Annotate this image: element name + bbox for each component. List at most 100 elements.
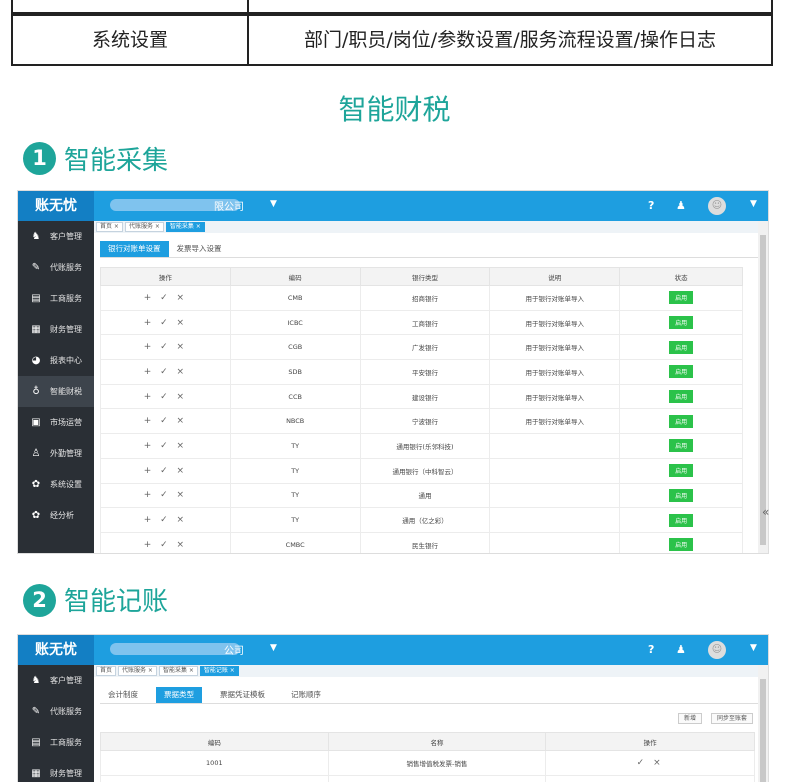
status-badge[interactable]: 启用	[669, 538, 694, 552]
tab-accounting-system[interactable]: 会计制度	[100, 687, 146, 703]
chevron-down-icon[interactable]: ▼	[750, 643, 757, 653]
sidebar-item-finance[interactable]: ▦ 财务管理	[18, 758, 94, 782]
row-actions[interactable]: + ✓ ×	[144, 367, 187, 377]
row-actions[interactable]: + ✓ ×	[144, 441, 187, 451]
help-icon[interactable]: ?	[648, 643, 654, 656]
cell-bank: 建设银行	[359, 383, 491, 410]
status-badge[interactable]: 启用	[669, 513, 694, 527]
sidebar-item-settings[interactable]: ✿ 系统设置	[18, 469, 94, 500]
collapse-icon[interactable]: «	[762, 505, 769, 519]
tab-bank-statement[interactable]: 银行对账单设置	[100, 241, 169, 257]
status-badge[interactable]: 启用	[669, 464, 694, 478]
top-bar: 账无忧 限公司 ▼ ? ♟ ☺ ▼	[18, 191, 768, 221]
sidebar-item-business[interactable]: ▤ 工商服务	[18, 283, 94, 314]
chevron-down-icon[interactable]: ▼	[270, 643, 277, 653]
top-table-row: 系统设置 部门/职员/岗位/参数设置/服务流程设置/操作日志	[11, 14, 773, 66]
step-title-1: 智能采集	[64, 146, 169, 176]
table-row: + ✓ × TY 通用 启用	[100, 482, 743, 509]
sidebar-item-smart-tax[interactable]: ♁ 智能财税	[18, 376, 94, 407]
status-badge[interactable]: 启用	[669, 291, 694, 305]
row-actions[interactable]: + ✓ ×	[144, 293, 187, 303]
new-button[interactable]: 新增	[678, 713, 703, 724]
cell-code: 1002	[100, 774, 329, 782]
row-actions[interactable]: + ✓ ×	[144, 515, 187, 525]
receipt-table: 编码 名称 操作 1001 销售增值税发票-销售 ✓ ×1002 销售增值税发票…	[100, 732, 755, 782]
row-actions[interactable]: + ✓ ×	[144, 490, 187, 500]
tab-agency[interactable]: 代账服务 ×	[118, 666, 157, 676]
cell-desc: 用于银行对账单导入	[489, 408, 621, 435]
cell-code: TY	[229, 457, 361, 484]
chevron-down-icon[interactable]: ▼	[750, 199, 757, 209]
scrollbar[interactable]	[758, 665, 768, 782]
gear-icon: ✿	[31, 510, 41, 521]
sidebar-item-finance[interactable]: ▦ 财务管理	[18, 314, 94, 345]
col-bank: 银行类型	[359, 267, 491, 286]
company-name: 限公司	[214, 202, 244, 213]
scrollbar[interactable]	[758, 221, 768, 553]
tab-voucher-template[interactable]: 票据凭证模板	[212, 687, 273, 703]
customer-icon: ♞	[31, 675, 41, 686]
tab-home[interactable]: 首页	[96, 666, 117, 676]
cell-code: SDB	[229, 359, 361, 385]
sidebar-item-marketing[interactable]: ▣ 市场运营	[18, 407, 94, 438]
breadcrumb: 首页 × 代账服务 × 智能采集 ×	[94, 221, 768, 233]
sidebar-item-customers[interactable]: ♞ 客户管理	[18, 665, 94, 696]
tab-collect[interactable]: 智能采集 ×	[165, 222, 205, 232]
sidebar-item-customers[interactable]: ♞ 客户管理	[18, 221, 94, 252]
row-actions[interactable]: + ✓ ×	[144, 466, 187, 476]
sidebar-item-agency[interactable]: ✎ 代账服务	[18, 696, 94, 727]
step-number-2: 2	[23, 584, 56, 617]
status-badge[interactable]: 启用	[669, 365, 694, 379]
cell-code: TY	[229, 482, 361, 509]
sidebar-item-business[interactable]: ▤ 工商服务	[18, 727, 94, 758]
cell-name: 销售增值税发票-开销	[327, 774, 547, 782]
tab-home[interactable]: 首页 ×	[96, 222, 123, 232]
customer-icon: ♞	[31, 231, 41, 242]
cell-name: 销售增值税发票-销售	[327, 750, 547, 776]
avatar[interactable]: ☺	[708, 641, 726, 659]
tab-collect[interactable]: 智能采集 ×	[158, 666, 198, 676]
status-badge[interactable]: 启用	[669, 340, 694, 354]
avatar[interactable]: ☺	[708, 197, 726, 215]
app-logo: 账无忧	[18, 635, 94, 665]
cell-desc	[489, 433, 621, 459]
row-actions[interactable]: + ✓ ×	[144, 416, 187, 426]
col-status: 状态	[619, 267, 743, 286]
tab-bookkeeping[interactable]: 智能记账 ×	[199, 666, 239, 676]
cell-bank: 通用银行（中科智云）	[359, 457, 491, 484]
sidebar-item-field[interactable]: ♙ 外勤管理	[18, 438, 94, 469]
row-actions[interactable]: + ✓ ×	[144, 342, 187, 352]
cell-desc: 用于银行对账单导入	[489, 359, 621, 385]
user-icon[interactable]: ♟	[676, 643, 686, 656]
user-icon[interactable]: ♟	[676, 199, 686, 212]
help-icon[interactable]: ?	[648, 199, 654, 212]
ledger-icon: ▦	[31, 324, 41, 335]
row-actions[interactable]: + ✓ ×	[144, 540, 187, 550]
status-badge[interactable]: 启用	[669, 488, 694, 502]
pie-chart-icon: ◕	[31, 355, 41, 366]
tab-posting-order[interactable]: 记账顺序	[283, 687, 329, 703]
status-badge[interactable]: 启用	[669, 390, 694, 404]
sidebar-item-reports[interactable]: ◕ 报表中心	[18, 345, 94, 376]
main-content: 首页 代账服务 × 智能采集 × 智能记账 × 会计制度 票据类型 票据凭证模板…	[94, 665, 768, 782]
table-row: + ✓ × SDB 平安银行 用于银行对账单导入 启用	[100, 359, 743, 385]
table-row: + ✓ × TY 通用银行(乐邻科技) 启用	[100, 433, 743, 459]
row-actions[interactable]: ✓ ×	[637, 758, 664, 768]
tab-invoice-import[interactable]: 发票导入设置	[169, 241, 230, 257]
status-badge[interactable]: 启用	[669, 316, 694, 330]
sidebar-item-agency[interactable]: ✎ 代账服务	[18, 252, 94, 283]
status-badge[interactable]: 启用	[669, 414, 694, 428]
row-actions[interactable]: + ✓ ×	[144, 318, 187, 328]
tab-receipt-type[interactable]: 票据类型	[156, 687, 202, 703]
cell-desc: 用于银行对账单导入	[489, 285, 621, 311]
table-row: + ✓ × CCB 建设银行 用于银行对账单导入 启用	[100, 383, 743, 410]
cell-code: CMBC	[229, 531, 361, 553]
row-actions[interactable]: + ✓ ×	[144, 392, 187, 402]
cell-desc: 用于银行对账单导入	[489, 383, 621, 410]
sync-button[interactable]: 同步至账套	[711, 713, 754, 724]
chevron-down-icon[interactable]: ▼	[270, 199, 277, 209]
tab-agency[interactable]: 代账服务 ×	[124, 222, 164, 232]
table-cell-left: 系统设置	[91, 29, 168, 51]
status-badge[interactable]: 启用	[669, 439, 694, 453]
sidebar-item-analysis[interactable]: ✿ 经分析	[18, 500, 94, 531]
